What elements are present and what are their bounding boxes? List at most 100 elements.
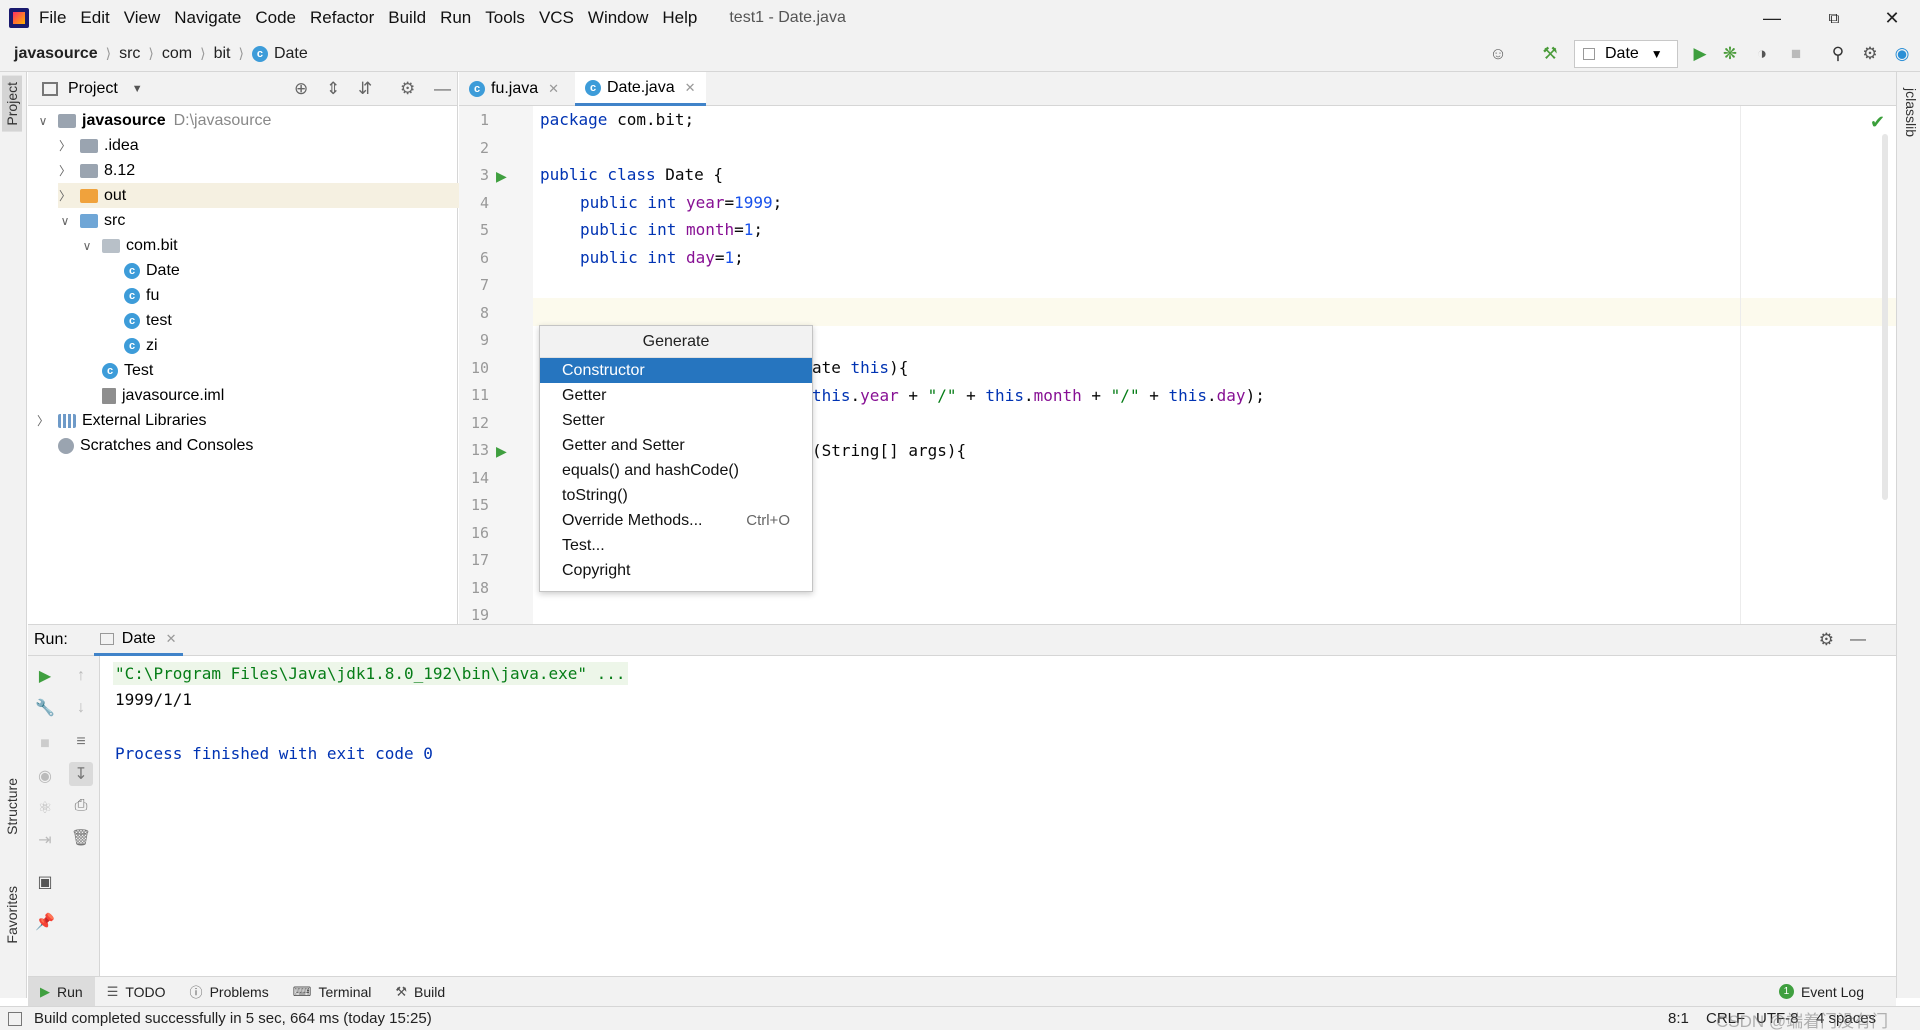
chevron-down-icon[interactable]: ∨ (58, 214, 72, 228)
rerun-icon[interactable]: ▶ (33, 664, 57, 688)
run-icon[interactable]: ▶ (1688, 42, 1712, 66)
tool-run[interactable]: ▶ Run (28, 976, 95, 1007)
generate-item[interactable]: Test... (540, 533, 812, 558)
project-panel-title[interactable]: Project (68, 80, 118, 98)
build-hammer-icon[interactable]: ⚒ (1538, 42, 1562, 66)
coverage-icon[interactable]: ◑ (1750, 42, 1774, 66)
caret-position[interactable]: 8:1 (1668, 1010, 1689, 1027)
run-gutter-icon[interactable]: ▶ (496, 168, 507, 185)
chevron-down-icon[interactable]: ▼ (132, 83, 143, 95)
stop-icon[interactable]: ■ (33, 732, 57, 756)
menu-view[interactable]: View (124, 8, 161, 28)
tree-item[interactable]: c Test (80, 358, 153, 383)
breadcrumb-src[interactable]: src (119, 45, 140, 63)
run-tab-date[interactable]: Date ✕ (93, 624, 183, 656)
tool-terminal[interactable]: ⌨ Terminal (281, 977, 384, 1007)
user-icon[interactable]: ☺ (1486, 42, 1510, 66)
print-icon[interactable]: ⎙ (69, 794, 93, 818)
chevron-right-icon[interactable]: 〉 (58, 187, 72, 204)
generate-item[interactable]: toString() (540, 483, 812, 508)
wrench-icon[interactable]: 🔧 (33, 696, 57, 720)
breadcrumb-date[interactable]: Date (274, 45, 308, 63)
minimize-button[interactable]: — (1746, 0, 1798, 36)
chevron-down-icon[interactable]: ∨ (36, 114, 50, 128)
chevron-down-icon[interactable]: ∨ (80, 239, 94, 253)
locate-icon[interactable]: ⊕ (294, 79, 308, 99)
soft-wrap-icon[interactable]: ≡ (69, 730, 93, 754)
tree-item[interactable]: 〉 out (58, 183, 478, 208)
stop-icon[interactable]: ■ (1784, 42, 1808, 66)
hide-panel-icon[interactable]: — (434, 79, 451, 99)
gear-icon[interactable]: ⚙ (1858, 42, 1882, 66)
generate-item[interactable]: Getter and Setter (540, 433, 812, 458)
tab-date-java[interactable]: c Date.java ✕ (575, 72, 706, 106)
trash-icon[interactable]: 🗑 (69, 826, 93, 850)
down-arrow-icon[interactable]: ↓ (69, 696, 93, 720)
hide-panel-icon[interactable]: — (1850, 631, 1866, 649)
menu-build[interactable]: Build (388, 8, 426, 28)
menu-tools[interactable]: Tools (485, 8, 525, 28)
restore-layout-icon[interactable]: ⚛ (33, 796, 57, 820)
tree-item[interactable]: c zi (102, 333, 158, 358)
search-icon[interactable]: ⚲ (1826, 42, 1850, 66)
chevron-right-icon[interactable]: 〉 (36, 412, 50, 429)
exit-icon[interactable]: ⇥ (33, 828, 57, 852)
menu-run[interactable]: Run (440, 8, 471, 28)
breadcrumb-com[interactable]: com (162, 45, 192, 63)
editor-scrollbar[interactable] (1882, 134, 1888, 500)
tree-item[interactable]: 〉 8.12 (58, 158, 135, 183)
tool-event-log[interactable]: 1 Event Log (1767, 977, 1876, 1007)
generate-item[interactable]: Constructor (540, 358, 812, 383)
tool-build[interactable]: ⚒ Build (383, 977, 457, 1007)
up-arrow-icon[interactable]: ↑ (69, 664, 93, 688)
menu-file[interactable]: File (39, 8, 66, 28)
generate-item[interactable]: Override Methods... Ctrl+O (540, 508, 812, 533)
console-output[interactable]: "C:\Program Files\Java\jdk1.8.0_192\bin\… (101, 656, 1896, 976)
tree-item[interactable]: ∨ javasource D:\javasource (36, 108, 272, 133)
collapse-all-icon[interactable]: ⇵ (358, 79, 372, 99)
tree-item[interactable]: ∨ com.bit (80, 233, 178, 258)
toolbox-icon[interactable]: ◉ (1890, 42, 1914, 66)
run-gutter-icon[interactable]: ▶ (496, 443, 507, 460)
expand-all-icon[interactable]: ⇕ (326, 79, 340, 99)
gear-icon[interactable]: ⚙ (400, 79, 415, 99)
structure-side-tab[interactable]: Structure (2, 772, 22, 841)
tool-todo[interactable]: ☰ TODO (95, 977, 178, 1007)
chevron-right-icon[interactable]: 〉 (58, 162, 72, 179)
menu-vcs[interactable]: VCS (539, 8, 574, 28)
chevron-right-icon[interactable]: 〉 (58, 137, 72, 154)
layout-icon[interactable]: ▣ (33, 870, 57, 894)
close-icon[interactable]: ✕ (548, 81, 559, 97)
status-toggle-icon[interactable] (8, 1011, 22, 1026)
close-icon[interactable]: ✕ (685, 80, 696, 96)
tree-item[interactable]: c fu (102, 283, 159, 308)
menu-code[interactable]: Code (255, 8, 296, 28)
tool-problems[interactable]: ⓘ Problems (178, 977, 281, 1007)
tree-item[interactable]: 〉 External Libraries (36, 408, 207, 433)
inspection-ok-icon[interactable]: ✔ (1870, 112, 1885, 133)
tree-item[interactable]: c test (102, 308, 172, 333)
menu-window[interactable]: Window (588, 8, 648, 28)
tree-item[interactable]: c Date (102, 258, 180, 283)
tree-item[interactable]: javasource.iml (80, 383, 224, 408)
menu-navigate[interactable]: Navigate (174, 8, 241, 28)
tree-item[interactable]: 〉 .idea (58, 133, 139, 158)
debug-icon[interactable]: ❋ (1718, 42, 1742, 66)
jclasslib-side-tab[interactable]: jclasslib (1901, 82, 1920, 143)
run-configuration-select[interactable]: Date ▼ (1574, 40, 1678, 68)
tab-fu-java[interactable]: c fu.java ✕ (459, 72, 569, 106)
scroll-to-end-icon[interactable]: ↧ (69, 762, 93, 786)
breadcrumb-project[interactable]: javasource (14, 45, 98, 63)
tree-item[interactable]: Scratches and Consoles (36, 433, 253, 458)
generate-item[interactable]: equals() and hashCode() (540, 458, 812, 483)
menu-help[interactable]: Help (662, 8, 697, 28)
generate-item[interactable]: Copyright (540, 558, 812, 583)
pin-icon[interactable]: 📌 (33, 910, 57, 934)
tree-item[interactable]: ∨ src (58, 208, 126, 233)
menu-refactor[interactable]: Refactor (310, 8, 374, 28)
favorites-side-tab[interactable]: Favorites (2, 880, 22, 950)
close-icon[interactable]: ✕ (166, 631, 177, 647)
breadcrumb-bit[interactable]: bit (214, 45, 231, 63)
menu-edit[interactable]: Edit (80, 8, 109, 28)
restore-button[interactable]: ⧉ (1808, 0, 1860, 36)
